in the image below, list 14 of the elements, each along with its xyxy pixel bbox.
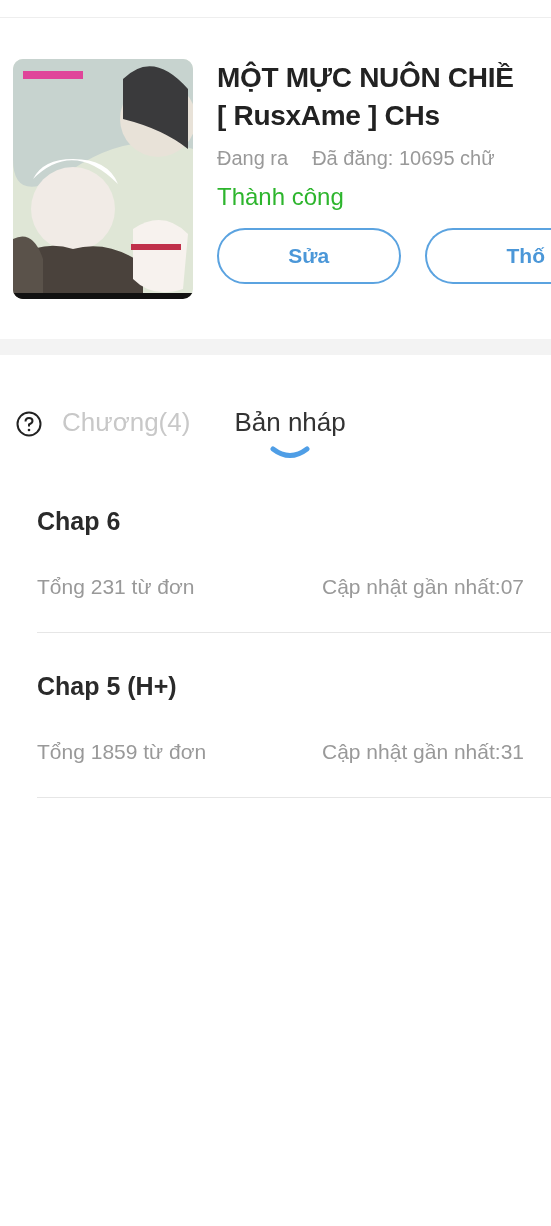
tab-indicator xyxy=(270,446,311,460)
tab[interactable]: Bản nháp xyxy=(234,403,346,442)
word-count: Đã đăng: 10695 chữ xyxy=(312,146,495,171)
book-title: [ RusxAme ] CHs xyxy=(217,99,441,133)
book-title: MỘT MỰC NUÔN CHIỀ xyxy=(217,60,515,95)
word-count: Tổng 231 từ đơn xyxy=(37,573,196,600)
draft-title[interactable]: Chap 5 (H+) xyxy=(37,668,551,706)
publish-status: Thành công xyxy=(217,182,345,212)
help-icon[interactable] xyxy=(16,411,42,437)
update-date: Cập nhật gần nhất:07 xyxy=(322,573,524,600)
update-date: Cập nhật gần nhất:31 xyxy=(322,738,524,765)
draft-title[interactable]: Chap 6 xyxy=(37,503,551,541)
status-label: Đang ra xyxy=(217,146,289,171)
word-count: Tổng 1859 từ đơn xyxy=(37,738,208,765)
